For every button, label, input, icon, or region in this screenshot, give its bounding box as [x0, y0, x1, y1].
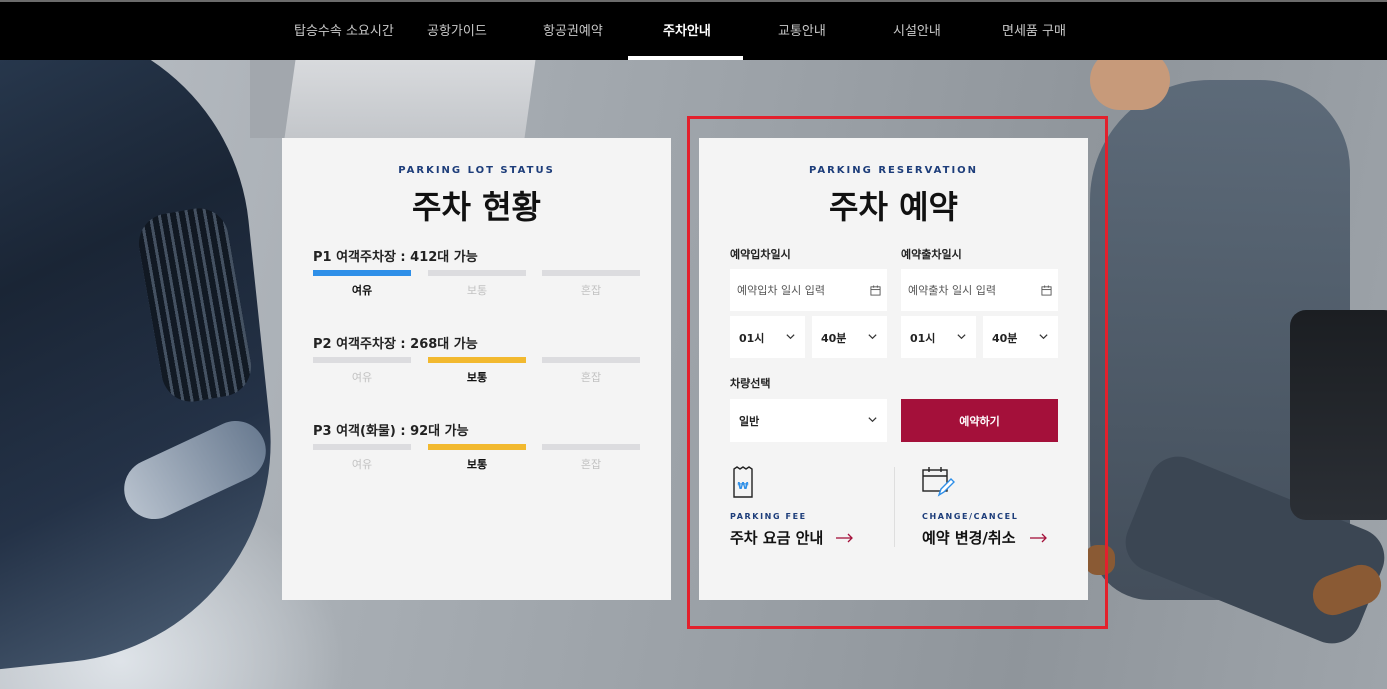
chevron-down-icon — [868, 417, 877, 423]
exit-minute-value: 40분 — [992, 332, 1018, 345]
nav-top-border — [0, 0, 1387, 2]
arrow-right-icon[interactable] — [1030, 533, 1048, 543]
exit-hour-value: 01시 — [910, 332, 936, 345]
nav-item-duty-free[interactable]: 면세품 구매 — [1002, 20, 1066, 40]
arrow-right-icon[interactable] — [836, 533, 854, 543]
congestion-bar: 여유 보통 혼잡 — [313, 357, 641, 387]
traveler-head — [1090, 60, 1170, 110]
lot-name: P1 여객주차장 : 412대 가능 — [313, 250, 478, 265]
parking-reservation-card: PARKING RESERVATION 주차 예약 예약입차일시 예약출차일시 … — [699, 138, 1088, 600]
parking-fee-link[interactable]: 주차 요금 안내 — [730, 527, 823, 548]
change-cancel-link[interactable]: 예약 변경/취소 — [922, 527, 1016, 548]
shoe — [1085, 545, 1115, 575]
level-free: 여유 — [313, 270, 411, 298]
entry-minute-select[interactable]: 40분 — [812, 316, 887, 358]
calendar-icon[interactable] — [1041, 285, 1052, 296]
nav-item-flight-booking[interactable]: 항공권예약 — [543, 20, 603, 40]
vehicle-type-value: 일반 — [739, 415, 760, 428]
receipt-won-icon: ₩ — [733, 466, 753, 498]
change-eyebrow: CHANGE/CANCEL — [922, 512, 1019, 521]
level-free: 여유 — [313, 357, 411, 385]
level-normal: 보통 — [428, 270, 526, 298]
hero-background-photo — [0, 60, 1387, 689]
parking-pillar — [284, 60, 536, 138]
nav-item-parking[interactable]: 주차안내 — [663, 20, 711, 40]
nav-item-facilities[interactable]: 시설안내 — [893, 20, 941, 40]
active-nav-indicator — [628, 56, 743, 60]
reservation-title: 주차 예약 — [829, 188, 958, 226]
nav-item-transport[interactable]: 교통안내 — [778, 20, 826, 40]
level-busy: 혼잡 — [542, 444, 640, 472]
entry-datetime-label: 예약입차일시 — [730, 248, 791, 261]
top-navigation: 탑승수속 소요시간 공항가이드 항공권예약 주차안내 교통안내 시설안내 면세품… — [0, 0, 1387, 60]
lot-p2: P2 여객주차장 : 268대 가능 여유 보통 혼잡 — [313, 333, 641, 384]
link-divider — [894, 467, 895, 547]
suitcase-image — [1290, 310, 1387, 520]
exit-datetime-label: 예약출차일시 — [901, 248, 962, 261]
chevron-down-icon — [957, 334, 966, 340]
level-free: 여유 — [313, 444, 411, 472]
lot-p1: P1 여객주차장 : 412대 가능 여유 보통 혼잡 — [313, 246, 641, 297]
reservation-eyebrow: PARKING RESERVATION — [808, 165, 979, 176]
vehicle-type-select[interactable]: 일반 — [730, 399, 887, 442]
lot-name: P3 여객(화물) : 92대 가능 — [313, 424, 469, 439]
level-busy: 혼잡 — [542, 357, 640, 385]
congestion-bar: 여유 보통 혼잡 — [313, 270, 641, 300]
chevron-down-icon — [868, 334, 877, 340]
lot-p3: P3 여객(화물) : 92대 가능 여유 보통 혼잡 — [313, 420, 641, 471]
entry-hour-select[interactable]: 01시 — [730, 316, 805, 358]
calendar-edit-icon — [922, 467, 955, 497]
svg-text:₩: ₩ — [737, 481, 748, 492]
fee-eyebrow: PARKING FEE — [730, 512, 807, 521]
entry-datetime-input[interactable] — [730, 269, 887, 311]
parking-status-card: PARKING LOT STATUS 주차 현황 P1 여객주차장 : 412대… — [282, 138, 671, 600]
entry-hour-value: 01시 — [739, 332, 765, 345]
chevron-down-icon — [786, 334, 795, 340]
exit-hour-select[interactable]: 01시 — [901, 316, 976, 358]
exit-datetime-input[interactable] — [901, 269, 1058, 311]
reserve-button[interactable]: 예약하기 — [901, 399, 1058, 442]
exit-minute-select[interactable]: 40분 — [983, 316, 1058, 358]
nav-item-checkin-time[interactable]: 탑승수속 소요시간 — [294, 20, 394, 40]
calendar-icon[interactable] — [870, 285, 881, 296]
level-normal: 보통 — [428, 444, 526, 472]
vehicle-type-label: 차량선택 — [730, 377, 771, 390]
status-title: 주차 현황 — [412, 188, 541, 226]
nav-item-airport-guide[interactable]: 공항가이드 — [427, 20, 487, 40]
level-busy: 혼잡 — [542, 270, 640, 298]
entry-minute-value: 40분 — [821, 332, 847, 345]
level-normal: 보통 — [428, 357, 526, 385]
congestion-bar: 여유 보통 혼잡 — [313, 444, 641, 474]
status-eyebrow: PARKING LOT STATUS — [398, 165, 555, 176]
lot-name: P2 여객주차장 : 268대 가능 — [313, 337, 478, 352]
chevron-down-icon — [1039, 334, 1048, 340]
